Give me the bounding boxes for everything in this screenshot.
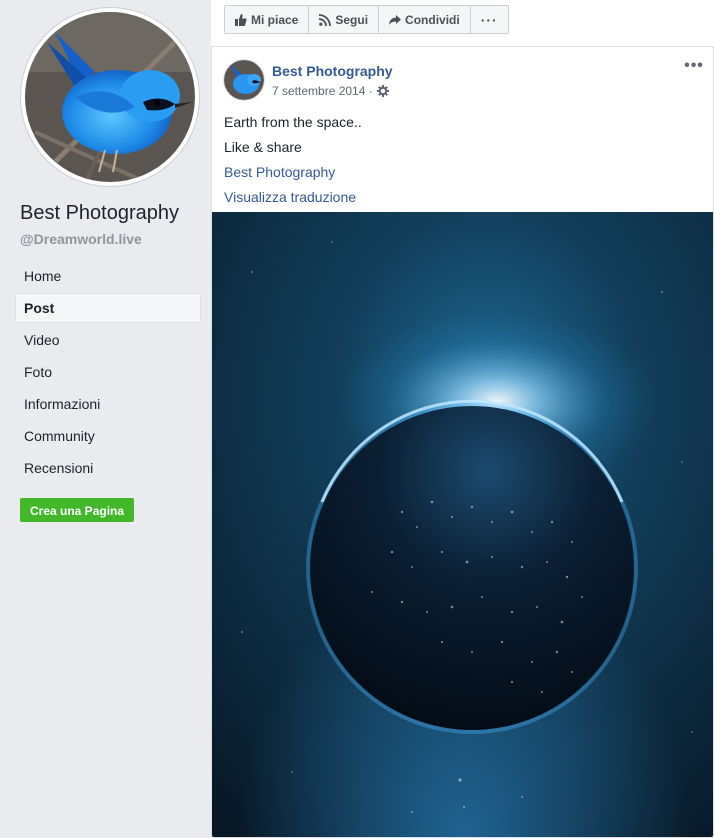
post-date[interactable]: 7 settembre 2014 · bbox=[272, 84, 373, 98]
share-button-label: Condividi bbox=[405, 12, 460, 27]
more-dots-icon: ··· bbox=[480, 11, 498, 28]
sidebar-item-post[interactable]: Post bbox=[15, 293, 201, 323]
page-handle[interactable]: @Dreamworld.live bbox=[20, 231, 142, 247]
page-action-bar: Mi piace Segui Condividi ··· bbox=[211, 0, 714, 46]
left-sidebar: Best Photography @Dreamworld.live Home P… bbox=[0, 0, 211, 838]
post-photo[interactable] bbox=[212, 212, 713, 837]
page-profile-picture[interactable] bbox=[21, 8, 199, 186]
post-card: Best Photography 7 settembre 2014 · ••• … bbox=[211, 46, 714, 838]
sidebar-item-informazioni[interactable]: Informazioni bbox=[15, 389, 201, 419]
post-text: Earth from the space.. Like & share Best… bbox=[224, 110, 362, 210]
post-options-menu[interactable]: ••• bbox=[683, 58, 705, 77]
sidebar-item-home[interactable]: Home bbox=[15, 261, 201, 291]
rss-icon bbox=[319, 13, 332, 26]
bird-avatar-icon bbox=[224, 60, 264, 100]
like-button-label: Mi piace bbox=[251, 12, 299, 27]
post-text-line-2: Like & share bbox=[224, 139, 302, 155]
like-button[interactable]: Mi piace bbox=[225, 6, 310, 33]
follow-button-label: Segui bbox=[335, 12, 369, 27]
page-nav: Home Post Video Foto Informazioni Commun… bbox=[15, 261, 201, 485]
see-translation-link[interactable]: Visualizza traduzione bbox=[224, 185, 362, 210]
share-arrow-icon bbox=[389, 14, 402, 25]
post-meta: 7 settembre 2014 · bbox=[272, 84, 389, 98]
share-button[interactable]: Condividi bbox=[379, 6, 471, 33]
bird-photo-icon bbox=[25, 12, 195, 182]
post-author-name[interactable]: Best Photography bbox=[272, 63, 393, 79]
action-button-group: Mi piace Segui Condividi ··· bbox=[224, 5, 509, 34]
thumbs-up-icon bbox=[235, 13, 247, 26]
earth-from-space-photo-icon bbox=[212, 212, 713, 837]
sidebar-item-video[interactable]: Video bbox=[15, 325, 201, 355]
gear-icon[interactable] bbox=[376, 85, 389, 97]
post-author-avatar[interactable] bbox=[224, 60, 264, 100]
create-page-button[interactable]: Crea una Pagina bbox=[20, 498, 135, 522]
sidebar-item-foto[interactable]: Foto bbox=[15, 357, 201, 387]
sidebar-item-recensioni[interactable]: Recensioni bbox=[15, 453, 201, 483]
post-page-link[interactable]: Best Photography bbox=[224, 160, 362, 185]
follow-button[interactable]: Segui bbox=[309, 6, 380, 33]
more-options-button[interactable]: ··· bbox=[471, 6, 508, 33]
sidebar-item-community[interactable]: Community bbox=[15, 421, 201, 451]
page-name[interactable]: Best Photography bbox=[20, 202, 179, 225]
post-text-line-1: Earth from the space.. bbox=[224, 114, 362, 130]
